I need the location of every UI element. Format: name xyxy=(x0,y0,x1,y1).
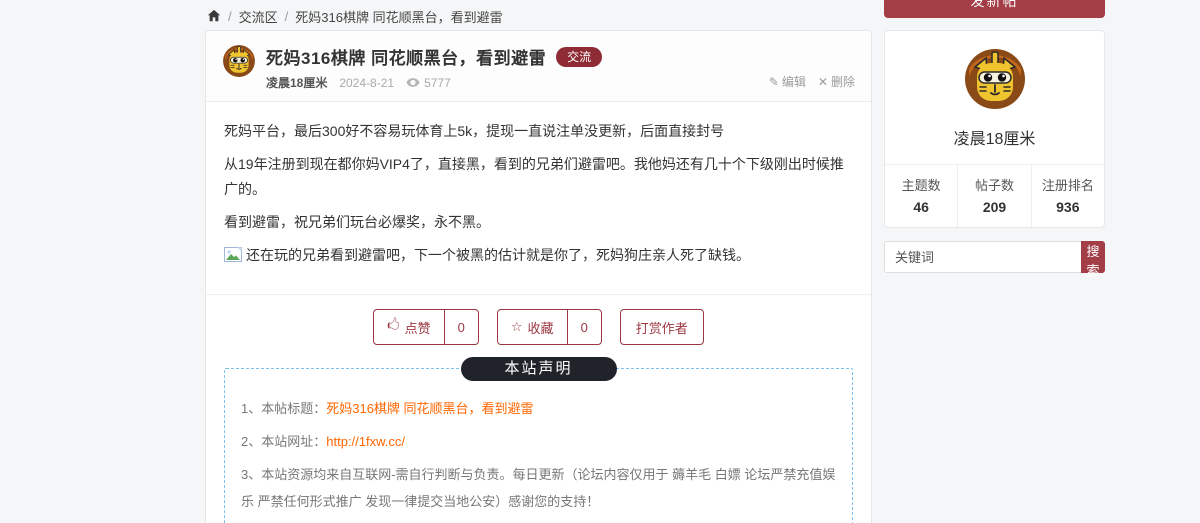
search-button[interactable]: 搜索 xyxy=(1081,241,1105,278)
author-avatar[interactable] xyxy=(222,44,256,78)
new-post-button[interactable]: 发新帖 xyxy=(884,0,1105,18)
post-card: 死妈316棋牌 同花顺黑台，看到避雷 交流 凌晨18厘米 2024-8-21 5… xyxy=(205,30,872,523)
site-url-link[interactable]: http://1fxw.cc/ xyxy=(326,434,405,449)
user-stats: 主题数 46 帖子数 209 注册排名 936 xyxy=(885,164,1104,227)
post-actions: 🖒 点赞 0 ☆ 收藏 0 打赏作者 xyxy=(206,294,871,360)
author-name[interactable]: 凌晨18厘米 xyxy=(266,74,327,91)
page: / 交流区 / 死妈316棋牌 同花顺黑台，看到避雷 死妈316棋牌 同花顺黑台… xyxy=(0,0,1200,523)
edit-button[interactable]: ✎ 编辑 xyxy=(769,73,806,90)
edit-icon: ✎ xyxy=(768,74,779,89)
post-header: 死妈316棋牌 同花顺黑台，看到避雷 交流 凌晨18厘米 2024-8-21 5… xyxy=(206,31,871,102)
search-bar: 搜索 xyxy=(884,241,1105,278)
favorite-count: 0 xyxy=(566,310,601,344)
breadcrumb-item-forum[interactable]: 交流区 xyxy=(239,7,278,26)
stat-topics: 主题数 46 xyxy=(901,178,941,215)
site-notice: 本站声明 1、本帖标题：死妈316棋牌 同花顺黑台，看到避雷 2、本站网址：ht… xyxy=(224,357,853,523)
reward-author-button[interactable]: 打赏作者 xyxy=(619,309,704,345)
category-badge[interactable]: 交流 xyxy=(556,46,603,67)
post-paragraph: 死妈平台，最后300好不容易玩体育上5k，提现一直说注单没更新，后面直接封号 xyxy=(224,123,725,139)
user-card: 凌晨18厘米 主题数 46 帖子数 209 注册排名 936 xyxy=(884,30,1105,228)
notice-item: 1、本帖标题：死妈316棋牌 同花顺黑台，看到避雷 xyxy=(241,401,534,416)
breadcrumb-item-current: 死妈316棋牌 同花顺黑台，看到避雷 xyxy=(295,9,503,25)
post-title-block: 死妈316棋牌 同花顺黑台，看到避雷 交流 凌晨18厘米 2024-8-21 5… xyxy=(266,44,603,91)
favorite-button[interactable]: ☆ 收藏 0 xyxy=(496,309,602,345)
stat-posts: 帖子数 209 xyxy=(957,165,1030,227)
like-count: 0 xyxy=(443,310,478,344)
view-count: 5777 xyxy=(406,76,451,90)
notice-item: 2、本站网址：http://1fxw.cc/ xyxy=(241,434,405,449)
breadcrumb: / 交流区 / 死妈316棋牌 同花顺黑台，看到避雷 xyxy=(205,0,872,26)
broken-image-icon xyxy=(224,245,242,270)
search-input[interactable] xyxy=(884,241,1081,273)
post-meta: 凌晨18厘米 2024-8-21 5777 xyxy=(266,74,602,91)
notice-post-title-link[interactable]: 死妈316棋牌 同花顺黑台，看到避雷 xyxy=(326,401,533,416)
main-column: / 交流区 / 死妈316棋牌 同花顺黑台，看到避雷 死妈316棋牌 同花顺黑台… xyxy=(205,0,872,523)
breadcrumb-separator: / xyxy=(228,8,232,24)
post-tools: ✎ 编辑 ✕ 删除 xyxy=(769,73,855,90)
post-date: 2024-8-21 xyxy=(339,75,395,90)
like-button[interactable]: 🖒 点赞 0 xyxy=(373,309,479,345)
notice-item: 3、本站资源均来自互联网-需自行判断与负责。每日更新（论坛内容仅用于 薅羊毛 白… xyxy=(241,467,836,509)
notice-title: 本站声明 xyxy=(460,357,617,381)
post-content: 死妈平台，最后300好不容易玩体育上5k，提现一直说注单没更新，后面直接封号 从… xyxy=(206,102,871,288)
star-icon: ☆ xyxy=(510,319,523,334)
delete-button[interactable]: ✕ 删除 xyxy=(818,73,855,90)
thumbs-up-icon: 🖒 xyxy=(387,317,400,332)
stat-rank: 注册排名 936 xyxy=(1030,165,1104,227)
post-title: 死妈316棋牌 同花顺黑台，看到避雷 xyxy=(266,49,547,68)
delete-icon: ✕ xyxy=(817,74,828,89)
user-name[interactable]: 凌晨18厘米 xyxy=(885,125,1104,149)
eye-icon xyxy=(406,78,420,87)
home-icon[interactable] xyxy=(207,9,221,23)
user-avatar[interactable] xyxy=(963,48,1027,115)
post-paragraph: 还在玩的兄弟看到避雷吧，下一个被黑的估计就是你了，死妈狗庄亲人死了缺钱。 xyxy=(224,243,853,270)
sidebar: 发新帖 凌晨18厘米 主题数 46 帖子数 209 注册排名 936 关键词 搜… xyxy=(884,0,1105,278)
post-paragraph: 从19年注册到现在都你妈VIP4了，直接黑，看到的兄弟们避雷吧。我他妈还有几十个… xyxy=(224,156,844,197)
breadcrumb-separator: / xyxy=(284,8,289,24)
post-paragraph: 看到避雷，祝兄弟们玩台必爆奖，永不黑。 xyxy=(224,214,490,230)
